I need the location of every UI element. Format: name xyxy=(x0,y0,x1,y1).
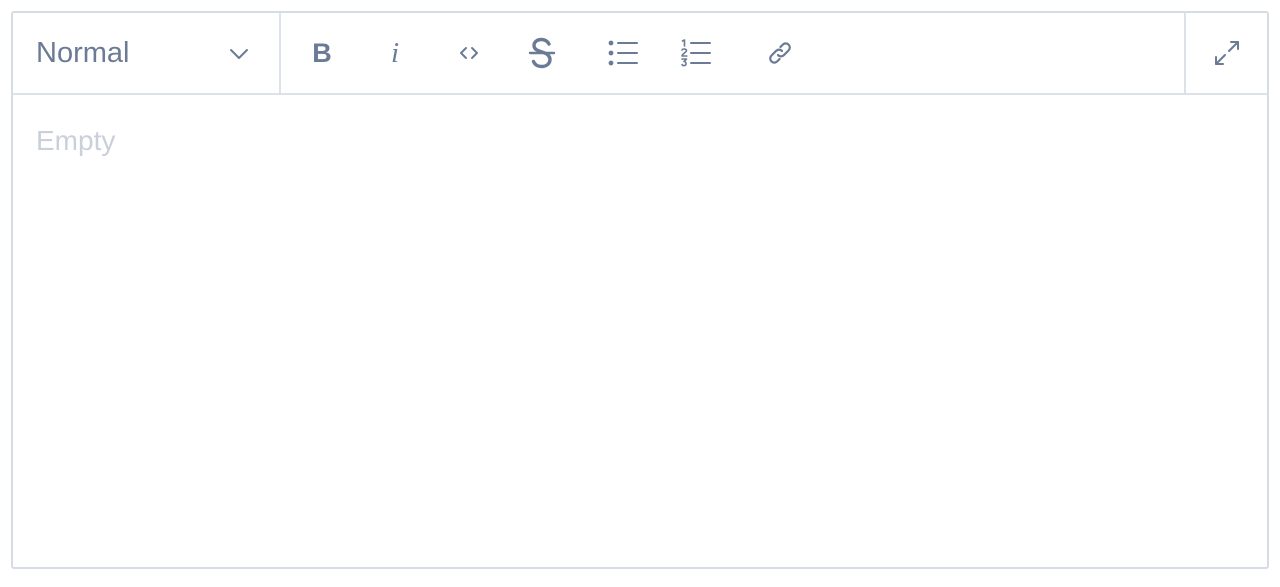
strikethrough-icon xyxy=(528,37,556,69)
strikethrough-button[interactable] xyxy=(522,33,562,73)
italic-button[interactable]: i xyxy=(375,33,415,73)
bold-button[interactable]: B xyxy=(302,33,342,73)
editor-content-area[interactable]: Empty xyxy=(13,95,1267,567)
bold-icon: B xyxy=(312,37,332,68)
chevron-down-icon xyxy=(230,49,248,59)
link-button[interactable] xyxy=(760,33,800,73)
editor-toolbar: Normal B i xyxy=(13,13,1267,95)
numbered-list-icon xyxy=(681,39,711,67)
rich-text-editor: Normal B i Empty xyxy=(11,11,1269,569)
code-icon xyxy=(460,47,478,59)
fullscreen-button[interactable] xyxy=(1184,13,1267,93)
bullet-list-icon xyxy=(608,40,638,66)
italic-icon: i xyxy=(390,36,400,69)
bullet-list-button[interactable] xyxy=(603,33,643,73)
block-format-value: Normal xyxy=(36,37,130,69)
link-icon xyxy=(769,42,791,64)
code-button[interactable] xyxy=(449,33,489,73)
numbered-list-button[interactable] xyxy=(676,33,716,73)
expand-icon xyxy=(1214,41,1239,65)
editor-placeholder: Empty xyxy=(36,125,116,156)
block-format-select[interactable]: Normal xyxy=(13,13,281,93)
